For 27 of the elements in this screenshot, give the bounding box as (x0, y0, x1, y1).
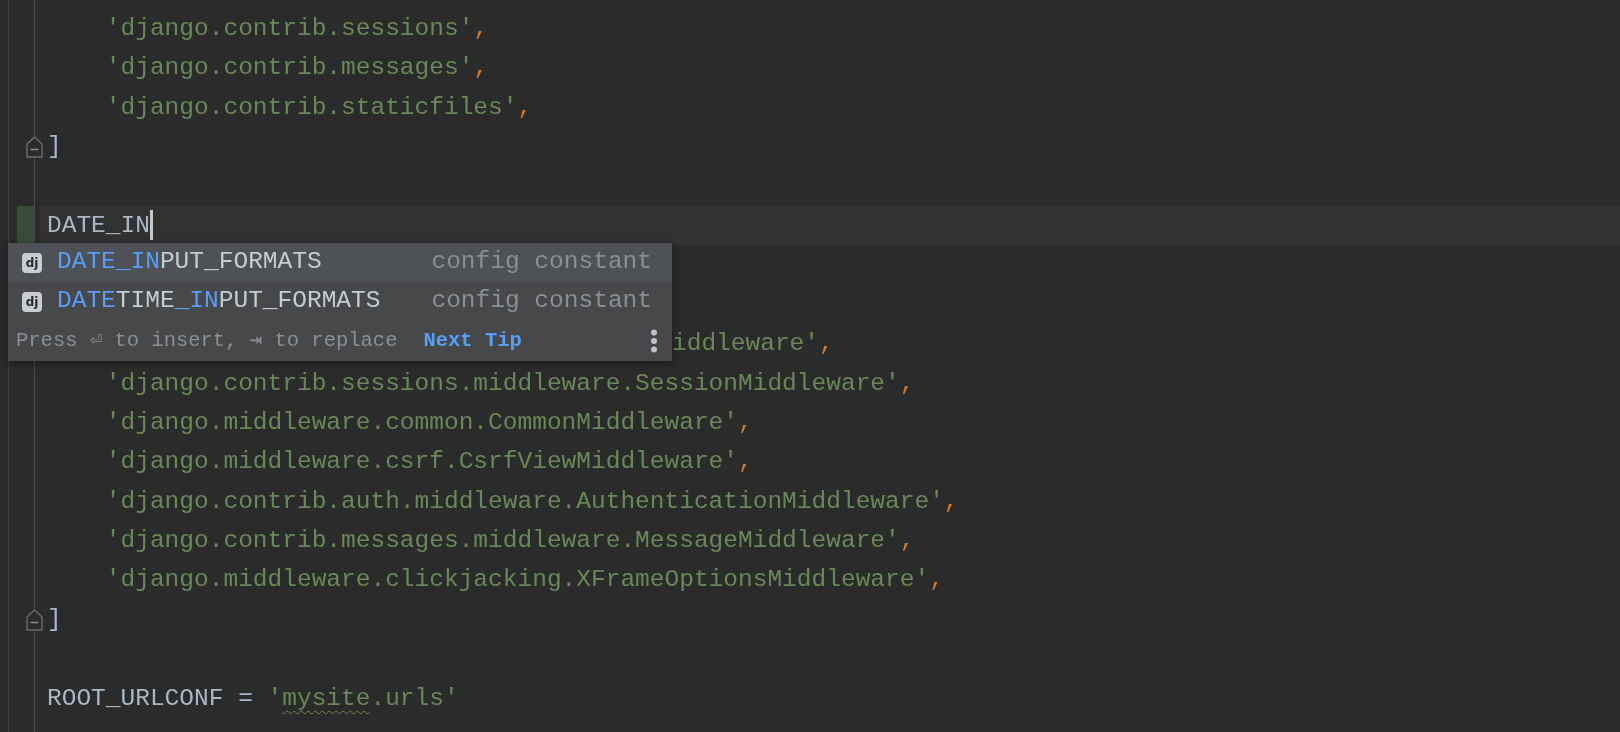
django-icon: dj (22, 291, 42, 312)
code-line: 'django.contrib.messages.middleware.MessageMiddleware', (105, 527, 915, 555)
code-line: DATE_IN (47, 211, 150, 239)
code-line: ROOT_URLCONF = 'mysite.urls' (47, 684, 459, 712)
text-cursor (149, 210, 153, 241)
suggestion-name: DATE_INPUT_FORMATS (57, 247, 322, 278)
code-line: 'django.contrib.auth.middleware.AuthenticationMiddleware', (105, 487, 959, 515)
code-line: 'django.contrib.sessions', (105, 15, 489, 42)
code-line: 'django.middleware.csrf.CsrfViewMiddleware', (105, 448, 753, 476)
code-line: 'django.middleware.clickjacking.XFrameOptionsMiddleware', (105, 566, 944, 594)
code-line: iddleware', (672, 330, 834, 358)
fold-icon[interactable] (26, 136, 43, 159)
suggestion-type: config constant (431, 286, 652, 317)
more-options-icon[interactable] (650, 329, 658, 353)
django-icon: dj (22, 252, 42, 273)
code-line: 'django.contrib.staticfiles', (105, 93, 533, 121)
code-line: ] (47, 133, 62, 161)
suggestion-name: DATETIME_INPUT_FORMATS (57, 286, 381, 317)
hint-text: Press ⏎ to insert, ⇥ to replace (16, 327, 398, 354)
completion-item[interactable]: dj DATETIME_INPUT_FORMATS config constant (8, 282, 672, 321)
completion-item[interactable]: dj DATE_INPUT_FORMATS config constant (8, 243, 672, 282)
code-line: 'django.middleware.common.CommonMiddleware', (105, 408, 753, 436)
fold-icon[interactable] (26, 608, 43, 631)
code-line: 'django.contrib.messages', (105, 54, 489, 82)
code-line: 'django.contrib.sessions.middleware.SessionMiddleware', (105, 369, 915, 397)
code-line: ] (47, 605, 62, 633)
suggestion-type: config constant (431, 247, 652, 278)
